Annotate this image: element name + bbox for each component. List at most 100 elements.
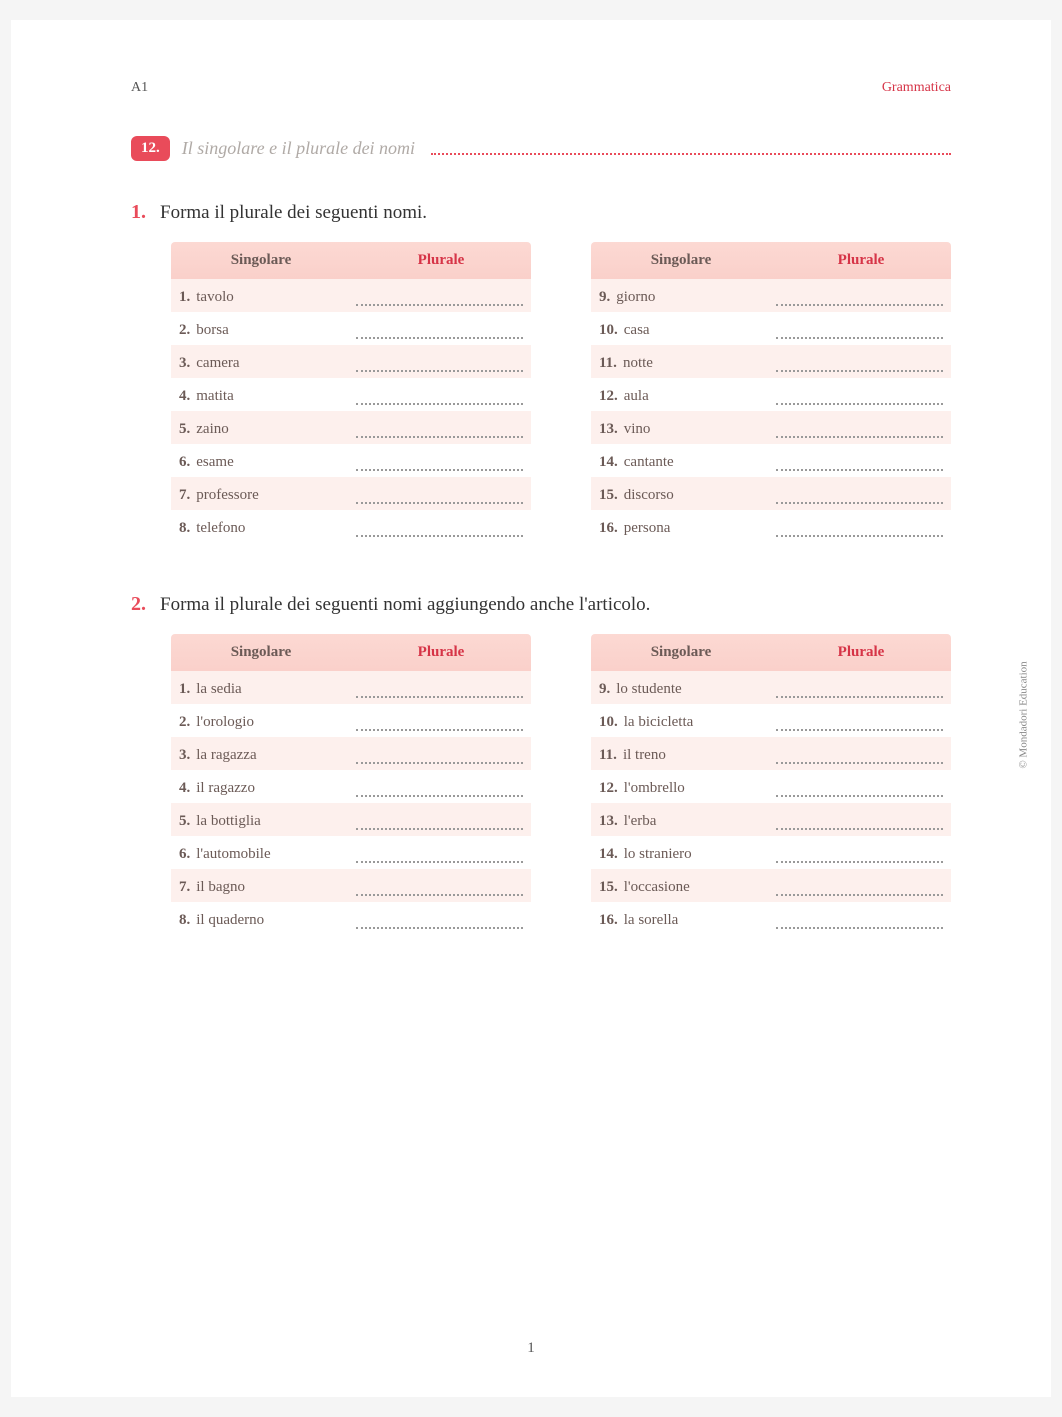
dotted-rule <box>431 153 951 155</box>
table-row: 4.matita <box>171 378 531 411</box>
plurale-blank[interactable] <box>776 323 943 339</box>
row-number: 11. <box>599 747 617 763</box>
row-number: 5. <box>179 813 190 829</box>
row-number: 8. <box>179 912 190 928</box>
plurale-blank[interactable] <box>776 521 943 537</box>
plurale-blank[interactable] <box>776 356 943 372</box>
plurale-blank[interactable] <box>356 521 523 537</box>
row-number: 2. <box>179 322 190 338</box>
plurale-blank[interactable] <box>776 682 943 698</box>
singolare-cell: 7.professore <box>179 487 346 504</box>
singolare-cell: 5.la bottiglia <box>179 813 346 830</box>
singolare-cell: 11.notte <box>599 355 766 372</box>
singolare-cell: 8.il quaderno <box>179 912 346 929</box>
plurale-blank[interactable] <box>776 913 943 929</box>
plurale-blank[interactable] <box>356 748 523 764</box>
plurale-blank[interactable] <box>356 455 523 471</box>
table-row: 10.la bicicletta <box>591 704 951 737</box>
plurale-blank[interactable] <box>356 847 523 863</box>
plurale-blank[interactable] <box>356 880 523 896</box>
table-row: 12.aula <box>591 378 951 411</box>
singolare-word: l'erba <box>624 813 657 829</box>
table-head: Singolare Plurale <box>171 634 531 671</box>
table-row: 8.telefono <box>171 510 531 543</box>
col-plurale: Plurale <box>771 634 951 671</box>
plurale-blank[interactable] <box>356 323 523 339</box>
singolare-word: giorno <box>616 289 655 305</box>
singolare-word: notte <box>623 355 653 371</box>
singolare-cell: 11.il treno <box>599 747 766 764</box>
plurale-blank[interactable] <box>776 814 943 830</box>
row-number: 4. <box>179 388 190 404</box>
singolare-word: zaino <box>196 421 228 437</box>
singolare-cell: 4.il ragazzo <box>179 780 346 797</box>
row-number: 15. <box>599 879 618 895</box>
singolare-cell: 12.l'ombrello <box>599 780 766 797</box>
singolare-cell: 10.casa <box>599 322 766 339</box>
table-row: 11.il treno <box>591 737 951 770</box>
singolare-word: esame <box>196 454 233 470</box>
singolare-cell: 12.aula <box>599 388 766 405</box>
plurale-blank[interactable] <box>356 682 523 698</box>
plurale-blank[interactable] <box>776 847 943 863</box>
plurale-blank[interactable] <box>776 422 943 438</box>
plurale-blank[interactable] <box>776 715 943 731</box>
table-body: 1.tavolo2.borsa3.camera4.matita5.zaino6.… <box>171 279 531 543</box>
plurale-blank[interactable] <box>356 715 523 731</box>
table-row: 12.l'ombrello <box>591 770 951 803</box>
page-number: 1 <box>527 1340 535 1357</box>
plurale-blank[interactable] <box>356 290 523 306</box>
singolare-cell: 15.l'occasione <box>599 879 766 896</box>
plurale-blank[interactable] <box>776 781 943 797</box>
row-number: 10. <box>599 714 618 730</box>
plurale-blank[interactable] <box>776 880 943 896</box>
table-row: 1.la sedia <box>171 671 531 704</box>
exercise-1-tables: Singolare Plurale 1.tavolo2.borsa3.camer… <box>171 242 951 543</box>
plurale-blank[interactable] <box>776 389 943 405</box>
row-number: 4. <box>179 780 190 796</box>
plurale-blank[interactable] <box>776 488 943 504</box>
plurale-blank[interactable] <box>776 455 943 471</box>
singolare-word: discorso <box>624 487 674 503</box>
singolare-word: il bagno <box>196 879 245 895</box>
plurale-blank[interactable] <box>356 389 523 405</box>
table-row: 11.notte <box>591 345 951 378</box>
plurale-blank[interactable] <box>356 488 523 504</box>
singolare-word: lo studente <box>616 681 681 697</box>
exercise-2-left-table: Singolare Plurale 1.la sedia 2. l'orologio… <box>171 634 531 935</box>
plurale-blank[interactable] <box>776 290 943 306</box>
table-row: 4.il ragazzo <box>171 770 531 803</box>
table-row: 9.giorno <box>591 279 951 312</box>
singolare-cell: 15.discorso <box>599 487 766 504</box>
row-number: 2. <box>179 714 190 730</box>
singolare-word: tavolo <box>196 289 234 305</box>
plurale-blank[interactable] <box>356 781 523 797</box>
table-row: 10.casa <box>591 312 951 345</box>
plurale-blank[interactable] <box>776 748 943 764</box>
exercise-number: 2. <box>131 593 146 616</box>
row-number: 5. <box>179 421 190 437</box>
row-number: 12. <box>599 780 618 796</box>
singolare-word: l'orologio <box>196 714 254 730</box>
table-row: 14.cantante <box>591 444 951 477</box>
col-singolare: Singolare <box>591 242 771 279</box>
plurale-blank[interactable] <box>356 422 523 438</box>
plurale-blank[interactable] <box>356 913 523 929</box>
copyright-text: © Mondadori Education <box>1017 661 1029 768</box>
level-badge: A1 <box>131 80 148 96</box>
singolare-cell: 9.lo studente <box>599 681 766 698</box>
table-row: 13. vino <box>591 411 951 444</box>
row-number: 7. <box>179 879 190 895</box>
singolare-word: la ragazza <box>196 747 256 763</box>
singolare-word: vino <box>624 421 651 437</box>
singolare-word: aula <box>624 388 649 404</box>
row-number: 13. <box>599 421 618 437</box>
singolare-word: l'automobile <box>196 846 270 862</box>
section-label: Grammatica <box>882 80 951 96</box>
table-row: 16.persona <box>591 510 951 543</box>
table-row: 6.l'automobile <box>171 836 531 869</box>
plurale-blank[interactable] <box>356 356 523 372</box>
row-number: 13. <box>599 813 618 829</box>
table-row: 15.l'occasione <box>591 869 951 902</box>
plurale-blank[interactable] <box>356 814 523 830</box>
